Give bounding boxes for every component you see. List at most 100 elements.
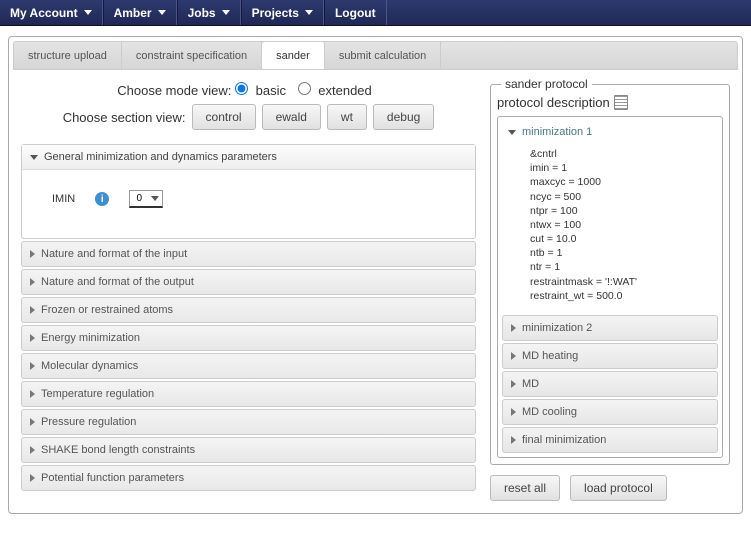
mode-label: Choose mode view: <box>117 83 231 98</box>
chevron-right-icon <box>511 352 516 360</box>
nav-label: Amber <box>114 6 152 20</box>
accordion-item[interactable]: Frozen or restrained atoms <box>21 297 476 323</box>
protocol-step[interactable]: MD cooling <box>502 399 718 425</box>
section-wt-button[interactable]: wt <box>327 104 367 130</box>
protocol-line: ncyc = 500 <box>530 190 712 204</box>
protocol-step[interactable]: MD heating <box>502 343 718 369</box>
section-debug-button[interactable]: debug <box>373 104 434 130</box>
chevron-down-icon <box>508 130 516 135</box>
protocol-line: restraintmask = '!:WAT' <box>530 275 712 289</box>
tab-sander[interactable]: sander <box>262 41 325 69</box>
protocol-step[interactable]: minimization 2 <box>502 315 718 341</box>
protocol-step-label: MD cooling <box>522 406 577 418</box>
protocol-step-label: MD <box>522 378 539 390</box>
protocol-box: minimization 1 &cntrlimin = 1maxcyc = 10… <box>497 116 723 458</box>
protocol-line: maxcyc = 1000 <box>530 175 712 189</box>
chevron-right-icon <box>511 436 516 444</box>
protocol-step-label: MD heating <box>522 350 578 362</box>
document-icon[interactable] <box>614 95 628 110</box>
load-protocol-button[interactable]: load protocol <box>570 475 667 501</box>
protocol-step-label: minimization 1 <box>522 126 592 138</box>
chevron-right-icon <box>30 278 35 286</box>
section-label: Choose section view: <box>63 110 186 125</box>
protocol-line: restraint_wt = 500.0 <box>530 289 712 303</box>
accordion-item-label: Temperature regulation <box>41 388 154 400</box>
protocol-line: ntb = 1 <box>530 246 712 260</box>
nav-label: Logout <box>335 6 376 20</box>
protocol-step-label: minimization 2 <box>522 322 592 334</box>
chevron-down-icon <box>158 10 166 15</box>
protocol-step-label: final minimization <box>522 434 606 446</box>
chevron-right-icon <box>30 250 35 258</box>
imin-label: IMIN <box>52 193 75 205</box>
info-icon[interactable]: i <box>95 192 109 206</box>
chevron-right-icon <box>511 324 516 332</box>
accordion-item[interactable]: Nature and format of the input <box>21 241 476 267</box>
left-panel: Choose mode view: basic extended Choose … <box>21 82 476 501</box>
section-ewald-button[interactable]: ewald <box>262 104 321 130</box>
protocol-buttons: reset all load protocol <box>490 475 730 501</box>
chevron-right-icon <box>30 446 35 454</box>
nav-label: Jobs <box>188 6 216 20</box>
chevron-down-icon <box>30 155 38 160</box>
chevron-right-icon <box>30 334 35 342</box>
mode-extended-label: extended <box>318 83 372 98</box>
nav-jobs[interactable]: Jobs <box>177 0 241 25</box>
body: Choose mode view: basic extended Choose … <box>13 70 738 509</box>
section-control-button[interactable]: control <box>192 104 256 130</box>
accordion-item[interactable]: Nature and format of the output <box>21 269 476 295</box>
protocol-desc-row: protocol description <box>497 95 723 110</box>
accordion-item[interactable]: Energy minimization <box>21 325 476 351</box>
chevron-right-icon <box>30 390 35 398</box>
imin-select[interactable] <box>129 190 163 208</box>
accordion-item[interactable]: Potential function parameters <box>21 465 476 491</box>
accordion-item[interactable]: SHAKE bond length constraints <box>21 437 476 463</box>
mode-extended-radio[interactable] <box>298 82 311 95</box>
protocol-legend: sander protocol <box>501 77 592 91</box>
accordion-item[interactable]: Molecular dynamics <box>21 353 476 379</box>
tab-submit-calculation[interactable]: submit calculation <box>325 42 441 69</box>
chevron-right-icon <box>30 362 35 370</box>
tab-structure-upload[interactable]: structure upload <box>14 42 122 69</box>
accordion-header-general[interactable]: General minimization and dynamics parame… <box>22 145 475 170</box>
accordion-item[interactable]: Pressure regulation <box>21 409 476 435</box>
accordion-item-label: Pressure regulation <box>41 416 136 428</box>
section-row: Choose section view: control ewald wt de… <box>21 104 476 130</box>
chevron-down-icon <box>305 10 313 15</box>
chevron-right-icon <box>30 474 35 482</box>
nav-amber[interactable]: Amber <box>103 0 177 25</box>
protocol-desc-label: protocol description <box>497 95 610 110</box>
mode-basic-label: basic <box>256 83 286 98</box>
chevron-right-icon <box>30 418 35 426</box>
protocol-line: &cntrl <box>530 147 712 161</box>
protocol-line: cut = 10.0 <box>530 232 712 246</box>
chevron-down-icon <box>151 196 159 201</box>
accordion-body-general: IMIN i <box>22 170 475 238</box>
tab-constraint-specification[interactable]: constraint specification <box>122 42 262 69</box>
protocol-step[interactable]: final minimization <box>502 427 718 453</box>
accordion-item-label: Nature and format of the input <box>41 248 187 260</box>
nav-label: Projects <box>252 6 299 20</box>
chevron-right-icon <box>511 408 516 416</box>
protocol-fieldset: sander protocol protocol description min… <box>490 84 730 465</box>
accordion-item-label: SHAKE bond length constraints <box>41 444 195 456</box>
protocol-step-minimization1[interactable]: minimization 1 <box>502 121 718 143</box>
nav-logout[interactable]: Logout <box>324 0 387 25</box>
main-container: structure uploadconstraint specification… <box>8 36 743 514</box>
nav-label: My Account <box>10 6 78 20</box>
nav-my-account[interactable]: My Account <box>0 0 103 25</box>
chevron-down-icon <box>222 10 230 15</box>
chevron-right-icon <box>511 380 516 388</box>
protocol-line: ntr = 1 <box>530 260 712 274</box>
accordion-item[interactable]: Temperature regulation <box>21 381 476 407</box>
navbar: My Account Amber Jobs Projects Logout <box>0 0 751 26</box>
accordion-item-label: Frozen or restrained atoms <box>41 304 173 316</box>
nav-projects[interactable]: Projects <box>241 0 324 25</box>
protocol-content: &cntrlimin = 1maxcyc = 1000ncyc = 500ntp… <box>502 143 718 313</box>
imin-input[interactable] <box>130 193 148 204</box>
accordion-item-label: Energy minimization <box>41 332 140 344</box>
accordion-item-label: Potential function parameters <box>41 472 184 484</box>
mode-basic-radio[interactable] <box>235 82 248 95</box>
protocol-step[interactable]: MD <box>502 371 718 397</box>
reset-all-button[interactable]: reset all <box>490 475 560 501</box>
